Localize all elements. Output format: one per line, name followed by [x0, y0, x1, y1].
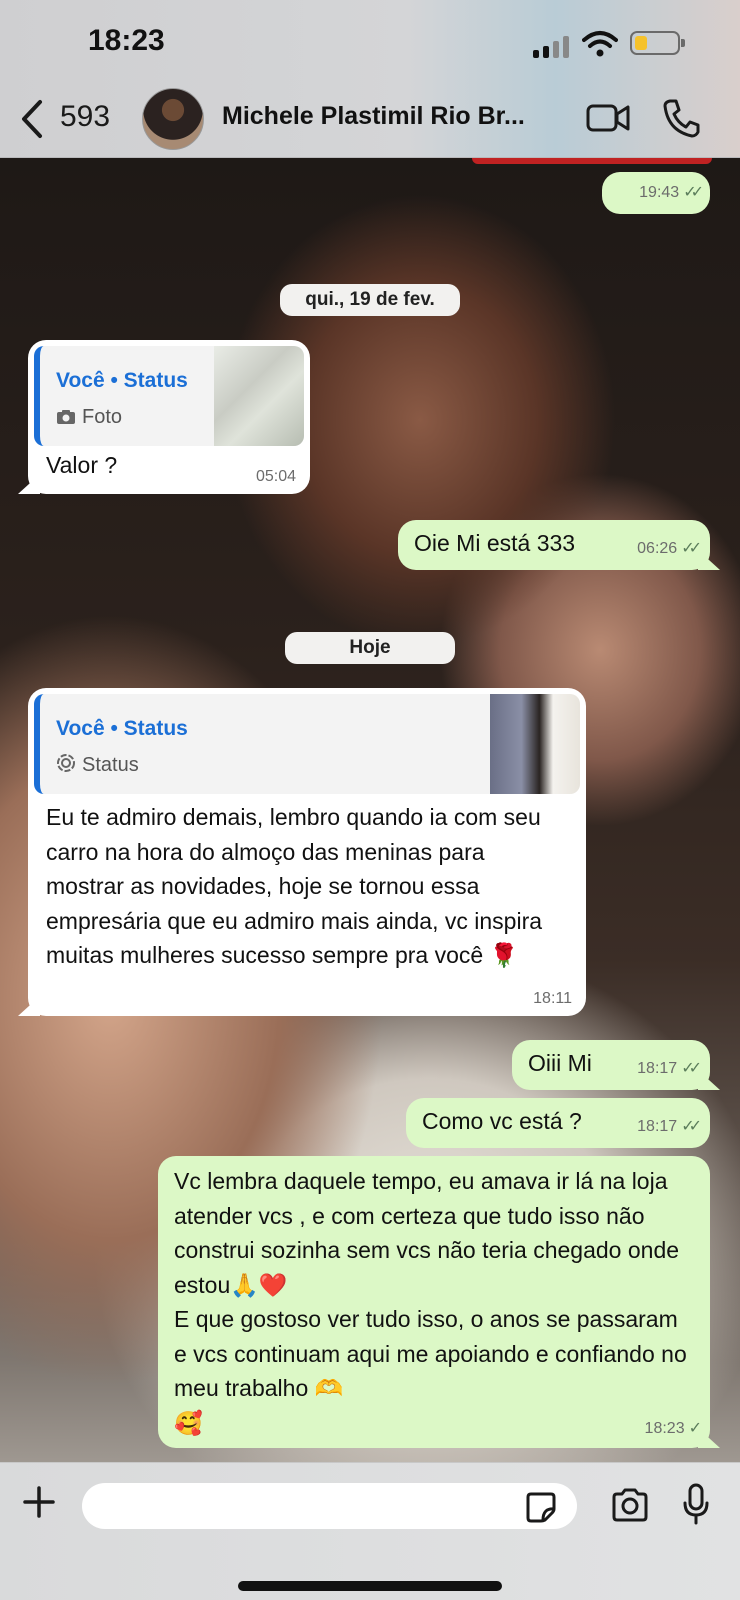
message-bubble-incoming[interactable]: Você • Status Status Eu te admiro demais… — [18, 688, 586, 1016]
message-time: 18:17 — [637, 1060, 678, 1077]
image-message-fragment[interactable] — [472, 158, 712, 164]
message-text: Vc lembra daquele tempo, eu amava ir lá … — [174, 1168, 687, 1436]
quoted-status[interactable]: Você • Status Foto — [34, 346, 304, 446]
read-receipt-icon: ✓✓ — [681, 540, 702, 557]
message-text: Como vc está ? — [422, 1108, 582, 1134]
read-receipt-icon: ✓✓ — [683, 184, 704, 201]
message-bubble-outgoing[interactable]: Oiii Mi 18:17 ✓✓ — [512, 1040, 720, 1090]
microphone-icon[interactable] — [682, 1483, 710, 1525]
message-time: 06:26 — [637, 540, 678, 557]
read-receipt-icon: ✓✓ — [681, 1060, 702, 1077]
camera-icon[interactable] — [610, 1487, 650, 1523]
message-time: 19:43 — [639, 184, 680, 201]
avatar[interactable] — [142, 88, 204, 150]
contact-name[interactable]: Michele Plastimil Rio Br... — [222, 102, 525, 131]
message-time: 18:17 — [637, 1118, 678, 1135]
message-text: Oiii Mi — [528, 1050, 592, 1076]
quote-subtitle: Foto — [82, 406, 123, 428]
message-time: 18:23 — [644, 1420, 685, 1437]
message-bubble-incoming[interactable]: Você • Status Foto Valor ? 05:04 — [18, 340, 310, 494]
date-separator: qui., 19 de fev. — [280, 284, 460, 316]
sticker-icon[interactable] — [525, 1491, 557, 1523]
video-call-icon[interactable] — [586, 102, 630, 134]
status-time: 18:23 — [88, 24, 165, 57]
message-bubble-outgoing[interactable]: Como vc está ? 18:17 ✓✓ — [406, 1098, 710, 1148]
message-time: 05:04 — [255, 468, 296, 485]
quote-title: Você • Status — [56, 717, 188, 740]
message-bubble-outgoing[interactable]: Vc lembra daquele tempo, eu amava ir lá … — [158, 1156, 720, 1448]
quoted-status[interactable]: Você • Status Status — [34, 694, 580, 794]
message-input[interactable] — [82, 1483, 577, 1529]
wifi-icon — [582, 31, 618, 57]
plus-icon[interactable] — [22, 1485, 56, 1519]
date-separator: Hoje — [285, 632, 455, 664]
message-bubble-outgoing[interactable]: 19:43 ✓✓ — [602, 172, 710, 214]
camera-icon — [57, 410, 75, 424]
quote-title: Você • Status — [56, 369, 188, 392]
read-receipt-icon: ✓✓ — [681, 1118, 702, 1135]
home-indicator[interactable] — [238, 1581, 502, 1591]
phone-icon[interactable] — [662, 98, 700, 138]
chat-header: 18:23 593 Michele Plastimil Rio Br... — [0, 0, 740, 158]
status-thumbnail — [490, 694, 580, 794]
status-ring-icon — [57, 754, 75, 772]
message-composer — [0, 1462, 740, 1600]
battery-icon — [630, 31, 685, 55]
message-bubble-outgoing[interactable]: Oie Mi está 333 06:26 ✓✓ — [398, 520, 720, 570]
message-text: Oie Mi está 333 — [414, 530, 576, 556]
status-thumbnail — [214, 346, 304, 446]
message-time: 18:11 — [533, 990, 572, 1007]
message-text: Valor ? — [46, 452, 118, 478]
unread-count[interactable]: 593 — [60, 100, 110, 134]
back-chevron-icon[interactable] — [18, 98, 46, 140]
message-text: Eu te admiro demais, lembro quando ia co… — [46, 804, 543, 968]
sent-receipt-icon: ✓ — [688, 1420, 703, 1437]
cellular-signal-icon — [533, 36, 573, 58]
quote-subtitle: Status — [82, 754, 139, 776]
